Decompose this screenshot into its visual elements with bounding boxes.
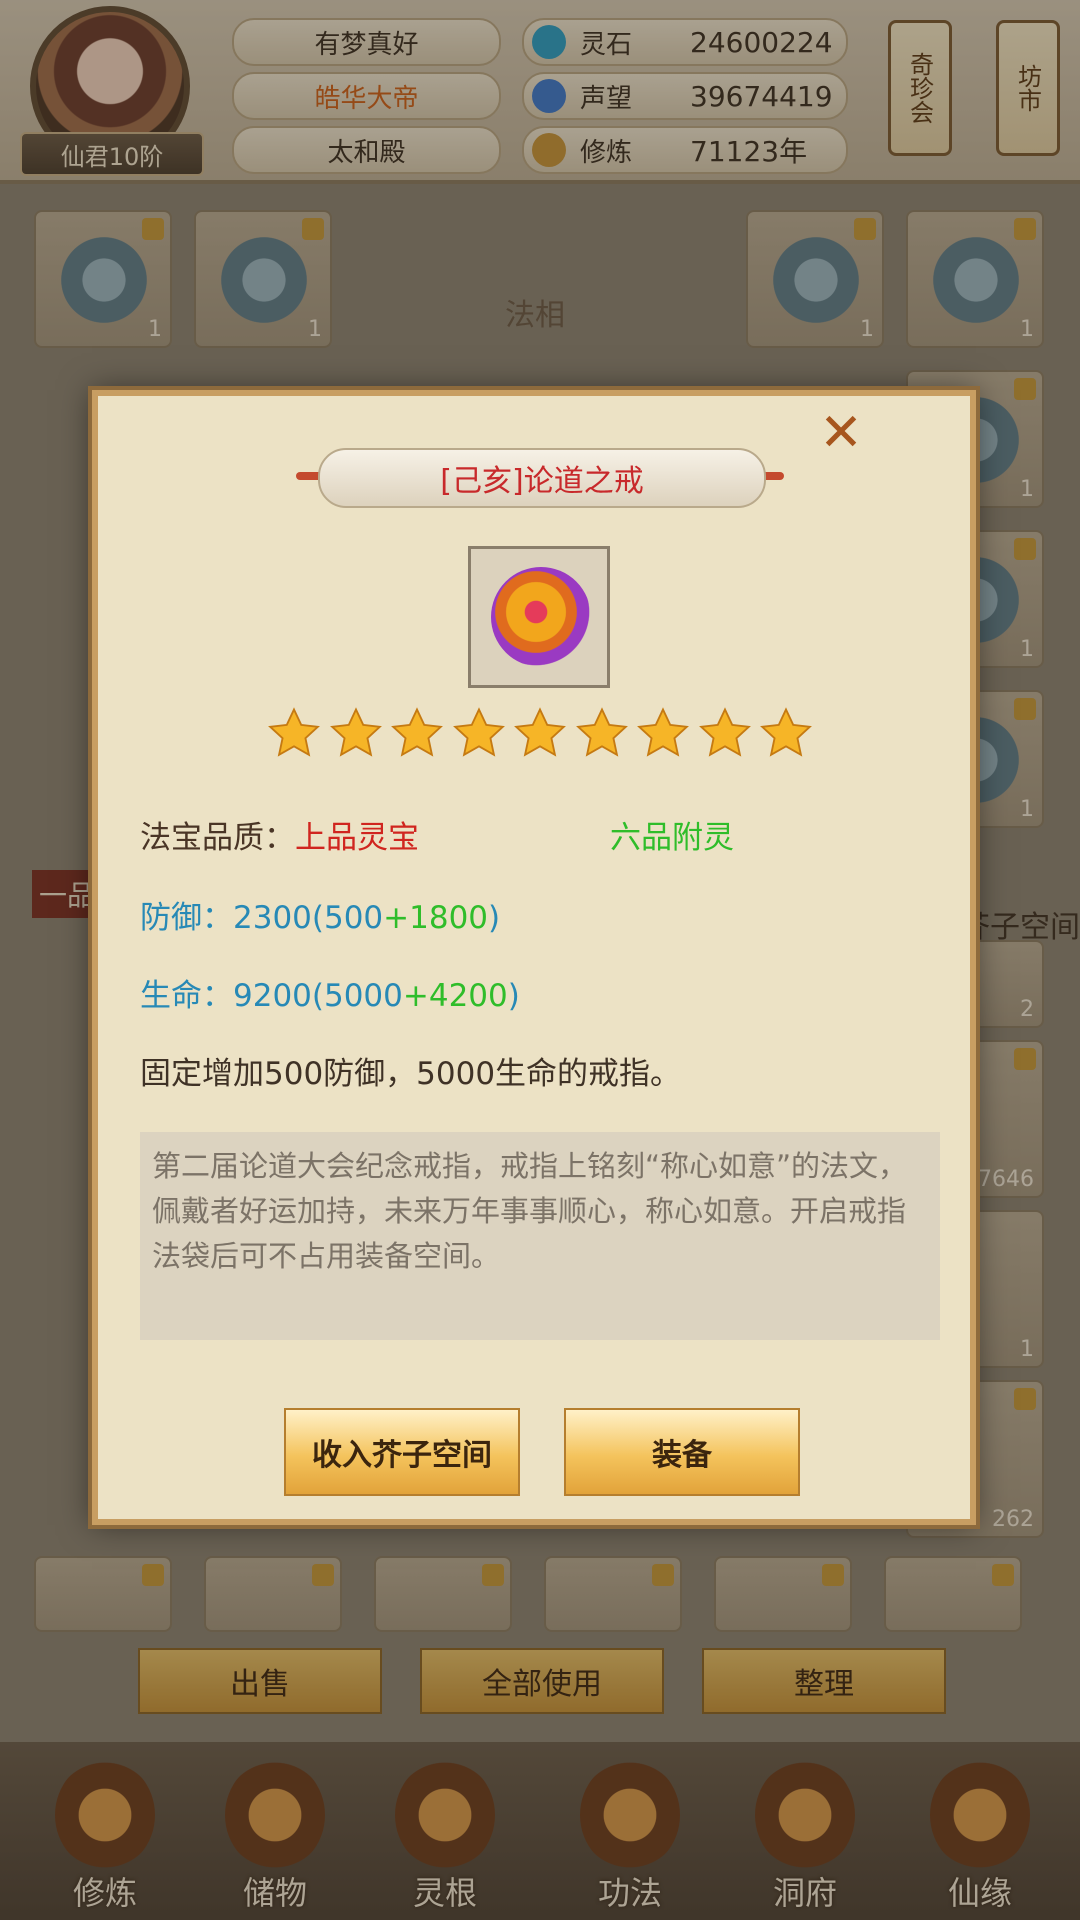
item-description: 第二届论道大会纪念戒指，戒指上铭刻“称心如意”的法文，佩戴者好运加持，未来万年事… [140, 1132, 940, 1340]
defense-row: 防御：2300(500+1800) [140, 892, 500, 937]
quality-row: 法宝品质：上品灵宝 [140, 812, 419, 857]
life-close: ) [507, 978, 520, 1014]
item-icon-frame [468, 546, 610, 688]
life-bonus: +4200 [402, 978, 508, 1014]
star-icon [452, 707, 505, 757]
star-icon [760, 707, 812, 757]
defense-bonus: +1800 [383, 900, 489, 936]
defense-close: ) [488, 900, 501, 936]
defense-base: 2300(500 [233, 900, 384, 936]
ring-icon [491, 567, 591, 667]
star-icon [637, 707, 689, 757]
defense-label: 防御： [140, 900, 233, 936]
star-icon [698, 707, 751, 757]
star-icon [514, 707, 566, 757]
quality-label: 法宝品质： [140, 820, 295, 856]
effect-text: 固定增加500防御，5000生命的戒指。 [140, 1056, 682, 1092]
life-row: 生命：9200(5000+4200) [140, 970, 520, 1015]
star-icon [391, 707, 443, 757]
attach-spirit-label: 六品附灵 [610, 820, 734, 856]
attach-spirit-value: 六品附灵 [610, 812, 734, 857]
life-base: 9200(5000 [233, 978, 403, 1014]
store-to-space-button[interactable]: 收入芥子空间 [284, 1408, 520, 1496]
star-rating [266, 706, 814, 762]
equip-button[interactable]: 装备 [564, 1408, 800, 1496]
star-icon [575, 707, 628, 757]
star-icon [268, 707, 320, 757]
star-icon [329, 707, 382, 757]
item-title: [己亥]论道之戒 [318, 448, 766, 508]
close-button[interactable]: ✕ [818, 407, 864, 459]
life-label: 生命： [140, 978, 233, 1014]
quality-value: 上品灵宝 [295, 820, 419, 856]
